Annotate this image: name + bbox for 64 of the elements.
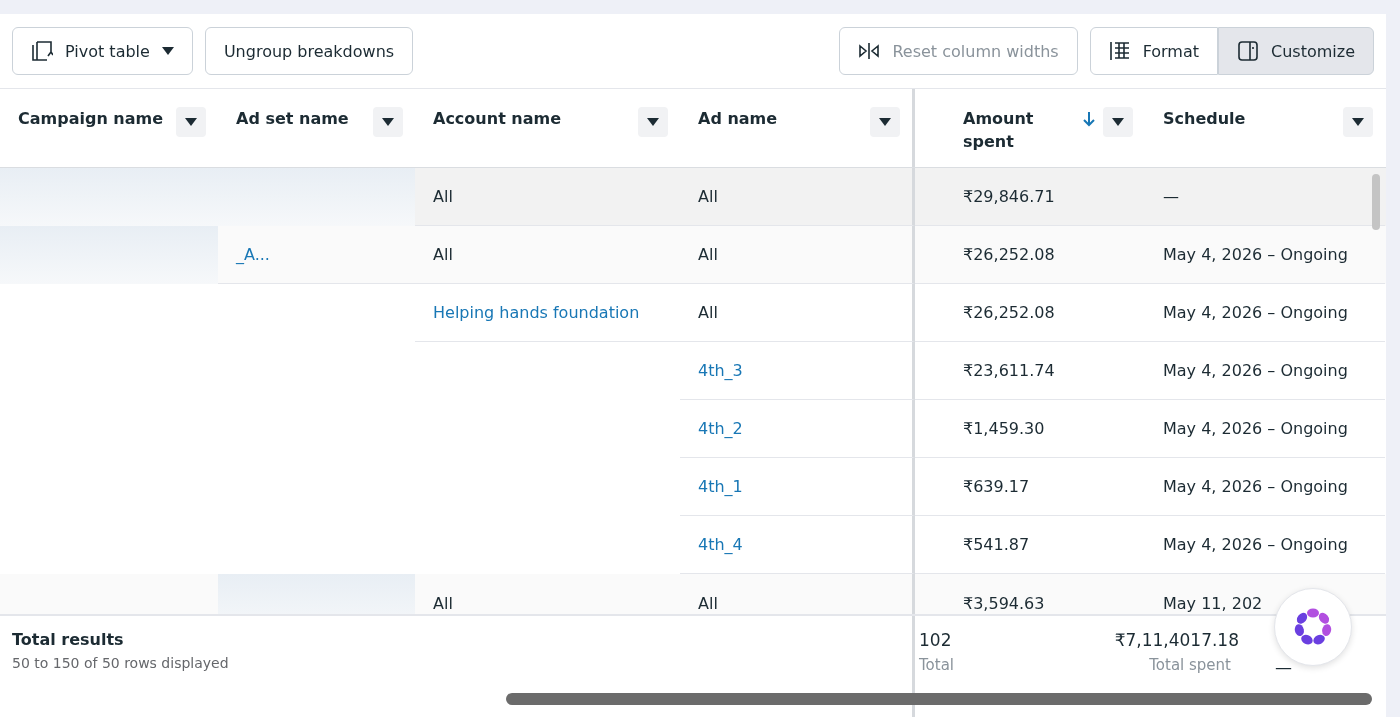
ungroup-button[interactable]: Ungroup breakdowns bbox=[204, 27, 414, 75]
column-header[interactable]: Amount spent bbox=[945, 89, 1145, 167]
table-cell: May 4, 2026 – Ongoing bbox=[1163, 361, 1348, 380]
column-menu-button[interactable] bbox=[373, 107, 403, 137]
table-cell: May 11, 202 bbox=[1163, 593, 1263, 613]
table-cell: All bbox=[698, 593, 718, 613]
schedule-total: — bbox=[1275, 656, 1293, 677]
caret-icon bbox=[647, 118, 659, 126]
caret-icon bbox=[1352, 118, 1364, 126]
table-cell: ₹26,252.08 bbox=[963, 245, 1055, 264]
column-header[interactable]: Schedule bbox=[1145, 89, 1385, 167]
rows-displayed-text: 50 to 150 of 50 rows displayed bbox=[12, 655, 230, 671]
table-cell: ₹541.87 bbox=[963, 535, 1030, 554]
table-cell: ₹639.17 bbox=[963, 477, 1030, 496]
table-cell: May 4, 2026 – Ongoing bbox=[1163, 419, 1348, 438]
results-label: Total bbox=[919, 656, 956, 674]
format-button[interactable]: Format bbox=[1089, 27, 1218, 75]
pivot-icon bbox=[31, 40, 53, 62]
customize-button[interactable]: Customize bbox=[1218, 27, 1374, 75]
table-cell: ₹3,594.63 bbox=[963, 593, 1045, 613]
table-link[interactable]: 4th_2 bbox=[698, 419, 743, 438]
column-resize-icon bbox=[858, 42, 881, 60]
caret-icon bbox=[185, 118, 197, 126]
scrollbar[interactable] bbox=[506, 693, 1372, 705]
table-cell: All bbox=[433, 245, 453, 264]
table-link[interactable]: Helping hands foundation bbox=[433, 303, 640, 322]
column-header[interactable]: Campaign name bbox=[0, 89, 218, 167]
table-cell: All bbox=[698, 187, 718, 206]
table-cell: ₹29,846.71 bbox=[963, 187, 1055, 206]
table-cell: All bbox=[433, 187, 453, 206]
column-menu-button[interactable] bbox=[870, 107, 900, 137]
table-cell: ₹1,459.30 bbox=[963, 419, 1045, 438]
table-cell: All bbox=[698, 245, 718, 264]
table-cell: ₹26,252.08 bbox=[963, 303, 1055, 322]
table-link[interactable]: 4th_3 bbox=[698, 361, 743, 380]
table-cell: All bbox=[698, 303, 718, 322]
caret-icon bbox=[382, 118, 394, 126]
table-cell: May 4, 2026 – Ongoing bbox=[1163, 535, 1348, 554]
table-cell: May 4, 2026 – Ongoing bbox=[1163, 303, 1348, 322]
column-header[interactable]: Ad set name bbox=[218, 89, 415, 167]
column-menu-button[interactable] bbox=[638, 107, 668, 137]
table-cell: All bbox=[433, 593, 453, 613]
results-total: 102 bbox=[919, 630, 953, 650]
table-cell: — bbox=[1163, 187, 1179, 206]
column-menu-button[interactable] bbox=[1343, 107, 1373, 137]
caret-icon bbox=[161, 47, 174, 55]
column-menu-button[interactable] bbox=[176, 107, 206, 137]
column-menu-button[interactable] bbox=[1103, 107, 1133, 137]
table-cell: May 4, 2026 – Ongoing bbox=[1163, 477, 1348, 496]
format-icon bbox=[1108, 40, 1131, 62]
panel-icon bbox=[1237, 40, 1259, 62]
scrollbar[interactable] bbox=[1372, 174, 1380, 230]
caret-icon bbox=[879, 118, 891, 126]
table-link[interactable]: _A... bbox=[236, 245, 270, 264]
pivot-table-dropdown[interactable]: Pivot table bbox=[12, 27, 193, 75]
table-cell: May 4, 2026 – Ongoing bbox=[1163, 245, 1348, 264]
table-cell: ₹23,611.74 bbox=[963, 361, 1055, 380]
caret-icon bbox=[1112, 118, 1124, 126]
total-results-title: Total results bbox=[12, 630, 125, 649]
amount-total: ₹7,11,4017.18 bbox=[1114, 630, 1239, 650]
table-link[interactable]: 4th_4 bbox=[698, 535, 743, 554]
amount-label: Total spent bbox=[1149, 656, 1231, 674]
column-header[interactable]: Account name bbox=[415, 89, 680, 167]
table-link[interactable]: 4th_1 bbox=[698, 477, 743, 496]
